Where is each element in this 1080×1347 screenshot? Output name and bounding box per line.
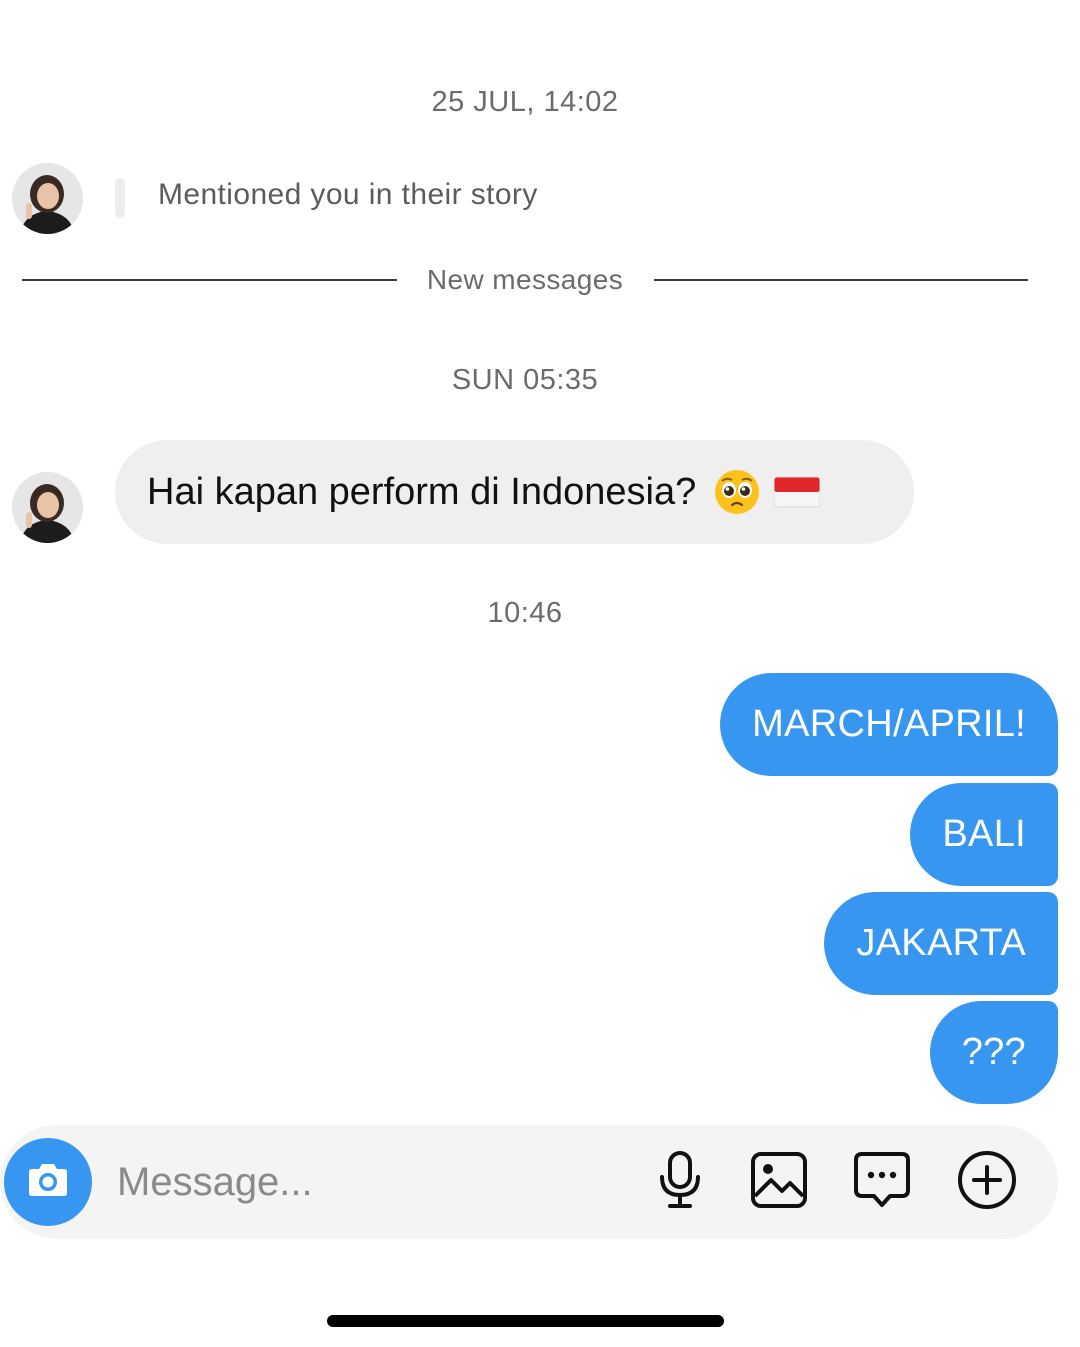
divider-line-left xyxy=(22,279,397,281)
timestamp: SUN 05:35 xyxy=(451,364,599,396)
timestamp: 25 JUL, 14:02 xyxy=(431,86,619,118)
divider-line-right xyxy=(654,279,1028,281)
outgoing-message-bubble[interactable]: ??? xyxy=(929,1001,1058,1104)
microphone-icon xyxy=(655,1150,705,1215)
pleading-face-emoji xyxy=(714,469,760,515)
incoming-message-text: Hai kapan perform di Indonesia? xyxy=(147,470,697,513)
sticker-button[interactable] xyxy=(850,1150,914,1214)
home-indicator[interactable] xyxy=(327,1315,724,1327)
message-input[interactable] xyxy=(117,1155,617,1209)
outgoing-message-text: JAKARTA xyxy=(856,922,1026,964)
add-button[interactable] xyxy=(955,1150,1019,1214)
camera-button[interactable] xyxy=(4,1138,92,1226)
indonesia-flag-emoji xyxy=(773,475,821,509)
outgoing-message-text: BALI xyxy=(942,813,1026,855)
camera-icon xyxy=(26,1160,70,1205)
avatar[interactable] xyxy=(12,163,83,234)
story-reply-bar xyxy=(115,178,125,218)
outgoing-message-bubble[interactable]: JAKARTA xyxy=(824,892,1058,995)
plus-icon xyxy=(956,1149,1018,1216)
outgoing-message-text: MARCH/APRIL! xyxy=(752,703,1026,745)
microphone-button[interactable] xyxy=(648,1150,712,1214)
story-mention-text[interactable]: Mentioned you in their story xyxy=(158,178,538,212)
incoming-message-bubble[interactable]: Hai kapan perform di Indonesia? xyxy=(115,440,914,544)
avatar[interactable] xyxy=(12,472,83,543)
gallery-icon xyxy=(749,1150,809,1215)
timestamp: 10:46 xyxy=(487,597,563,629)
gallery-button[interactable] xyxy=(747,1150,811,1214)
outgoing-message-bubble[interactable]: MARCH/APRIL! xyxy=(720,673,1058,776)
new-messages-label: New messages xyxy=(426,264,624,295)
sticker-chat-icon xyxy=(852,1150,912,1215)
outgoing-message-text: ??? xyxy=(961,1031,1026,1073)
outgoing-message-bubble[interactable]: BALI xyxy=(910,783,1058,886)
